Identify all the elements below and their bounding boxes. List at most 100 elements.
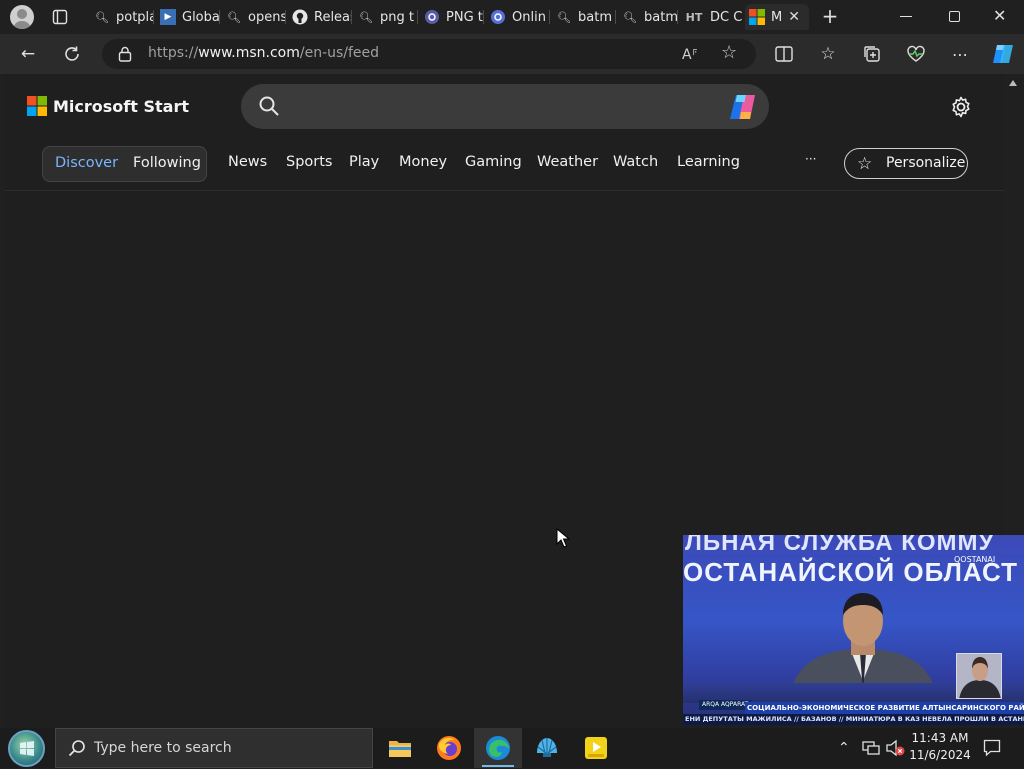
- copilot-icon[interactable]: [990, 43, 1016, 65]
- circle-logo-icon: [490, 9, 506, 25]
- microsoft-logo-icon: [749, 9, 765, 25]
- restore-button[interactable]: [949, 11, 960, 22]
- firefox-app[interactable]: [425, 728, 473, 768]
- nav-learning[interactable]: Learning: [677, 154, 740, 170]
- lower-third-banner: СОЦИАЛЬНО-ЭКОНОМИЧЕСКОЕ РАЗВИТИЕ АЛТЫНСА…: [745, 702, 1024, 714]
- tab-following[interactable]: Following: [133, 155, 201, 171]
- firefox-icon: [437, 736, 461, 760]
- microsoft-logo-icon: [27, 96, 47, 116]
- search-icon: 🔍︎: [227, 10, 241, 24]
- personalize-button[interactable]: ☆ Personalize: [844, 148, 968, 179]
- search-box[interactable]: [241, 84, 769, 129]
- circle-logo-icon: [424, 9, 440, 25]
- tab-png-to[interactable]: 🔍︎ png t: [358, 4, 418, 30]
- tab-discover[interactable]: Discover: [55, 155, 118, 171]
- mouse-cursor-icon: [556, 527, 571, 552]
- play-icon: ▶: [160, 9, 176, 25]
- lower-third-text: СОЦИАЛЬНО-ЭКОНОМИЧЕСКОЕ РАЗВИТИЕ АЛТЫНСА…: [747, 704, 1024, 712]
- tab-opens[interactable]: 🔍︎ opens: [226, 4, 286, 30]
- new-tab-button[interactable]: +: [820, 4, 840, 28]
- network-icon[interactable]: [862, 740, 880, 760]
- profile-avatar[interactable]: [10, 5, 34, 29]
- show-hidden-icons-chevron-icon[interactable]: ⌃: [838, 740, 850, 756]
- lock-icon[interactable]: [118, 46, 132, 66]
- search-icon: [68, 739, 86, 761]
- personalize-label: Personalize: [886, 155, 966, 171]
- nav-play[interactable]: Play: [349, 154, 379, 170]
- close-window-button[interactable]: ✕: [993, 6, 1009, 26]
- address-bar[interactable]: https://www.msn.com/en-us/feed A⸁ ☆: [102, 39, 756, 69]
- search-input[interactable]: [291, 92, 711, 121]
- settings-gear-icon[interactable]: [949, 95, 973, 123]
- brand-name: Microsoft Start: [53, 96, 189, 116]
- taskbar-search-box[interactable]: Type here to search: [55, 728, 373, 768]
- video-overlay[interactable]: ЛЬНАЯ СЛУЖБА КОММУ QOSTANAI ОСТАНАЙСКОЙ …: [683, 535, 1024, 725]
- tab-releases[interactable]: Releas: [292, 4, 352, 30]
- ht-logo-icon: HT: [685, 10, 703, 24]
- tab-dc-comics[interactable]: HTDC Co: [684, 4, 742, 30]
- search-icon: 🔍︎: [95, 10, 109, 24]
- tab-online[interactable]: Onlin: [490, 4, 550, 30]
- windows-logo-icon: [20, 741, 34, 756]
- split-screen-icon[interactable]: [773, 43, 795, 65]
- search-icon: 🔍︎: [557, 10, 571, 24]
- nav-money[interactable]: Money: [399, 154, 447, 170]
- windows-taskbar: Type here to search ⌃ 11:43 AM 11/6/2024: [0, 728, 1024, 768]
- tab-global[interactable]: ▶ Globa: [160, 4, 220, 30]
- tab-batman-2[interactable]: 🔍︎ batm: [622, 4, 678, 30]
- minimize-button[interactable]: [900, 16, 912, 17]
- nav-sports[interactable]: Sports: [286, 154, 332, 170]
- file-explorer-app[interactable]: [376, 728, 424, 768]
- read-aloud-icon[interactable]: A⸁: [682, 45, 699, 64]
- tab-actions-icon[interactable]: [52, 9, 68, 25]
- clock-time: 11:43 AM: [911, 731, 969, 745]
- tab-png-t[interactable]: PNG t: [424, 4, 484, 30]
- notification-center-icon[interactable]: [983, 739, 1001, 761]
- microsoft-start-logo[interactable]: Microsoft Start: [27, 96, 189, 116]
- sign-language-interpreter: [956, 653, 1002, 699]
- start-button[interactable]: [8, 730, 45, 767]
- tab-batman-1[interactable]: 🔍︎ batm: [556, 4, 616, 30]
- folder-icon: [389, 741, 411, 757]
- video-headline-top: ЛЬНАЯ СЛУЖБА КОММУ: [685, 535, 995, 556]
- nav-gaming[interactable]: Gaming: [465, 154, 522, 170]
- potplayer-icon: [585, 737, 607, 759]
- clock[interactable]: 11:43 AM 11/6/2024: [909, 730, 971, 764]
- lower-third-tag: ARQA AQPARAT: [699, 700, 752, 710]
- news-ticker: ЕНИ ДЕПУТАТЫ МАЖИЛИСА // БАЗАНОВ // МИНИ…: [683, 714, 1024, 725]
- nav-more-button[interactable]: ···: [805, 152, 816, 166]
- nav-weather[interactable]: Weather: [537, 154, 598, 170]
- search-icon: 🔍︎: [359, 10, 373, 24]
- search-icon: 🔍︎: [623, 10, 637, 24]
- edge-icon: [486, 736, 510, 760]
- copilot-icon[interactable]: [727, 92, 759, 126]
- tab-msn-active[interactable]: M ✕: [745, 4, 809, 30]
- star-sparkle-icon: ☆: [857, 154, 873, 174]
- clock-date: 11/6/2024: [909, 748, 971, 762]
- browser-essentials-icon[interactable]: [905, 43, 927, 65]
- ticker-text: ЕНИ ДЕПУТАТЫ МАЖИЛИСА // БАЗАНОВ // МИНИ…: [685, 715, 1024, 723]
- nav-news[interactable]: News: [228, 154, 267, 170]
- search-icon: [259, 96, 279, 120]
- github-icon: [292, 9, 308, 25]
- favorites-icon[interactable]: ☆: [817, 43, 839, 65]
- refresh-button[interactable]: [61, 43, 83, 65]
- video-headline-bottom: ОСТАНАЙСКОЙ ОБЛАСТ: [683, 557, 1019, 587]
- potplayer-app[interactable]: [572, 728, 620, 768]
- shell-icon: [537, 738, 557, 757]
- url-text[interactable]: https://www.msn.com/en-us/feed: [148, 45, 379, 61]
- close-tab-icon[interactable]: ✕: [788, 9, 800, 25]
- favorite-star-icon[interactable]: ☆: [721, 42, 737, 63]
- more-menu-icon[interactable]: ⋯: [949, 43, 971, 65]
- edge-app[interactable]: [474, 728, 522, 768]
- header-divider: [5, 190, 1004, 191]
- back-button[interactable]: ←: [17, 43, 39, 65]
- nav-watch[interactable]: Watch: [613, 154, 658, 170]
- feed-toggle: Discover Following: [42, 146, 207, 182]
- shell-app[interactable]: [523, 728, 571, 768]
- tab-potplayer[interactable]: 🔍︎ potpla: [94, 4, 154, 30]
- volume-muted-icon[interactable]: [885, 739, 905, 761]
- taskbar-search-placeholder: Type here to search: [94, 740, 232, 756]
- scroll-up-arrow-icon[interactable]: [1009, 80, 1017, 86]
- collections-icon[interactable]: [861, 43, 883, 65]
